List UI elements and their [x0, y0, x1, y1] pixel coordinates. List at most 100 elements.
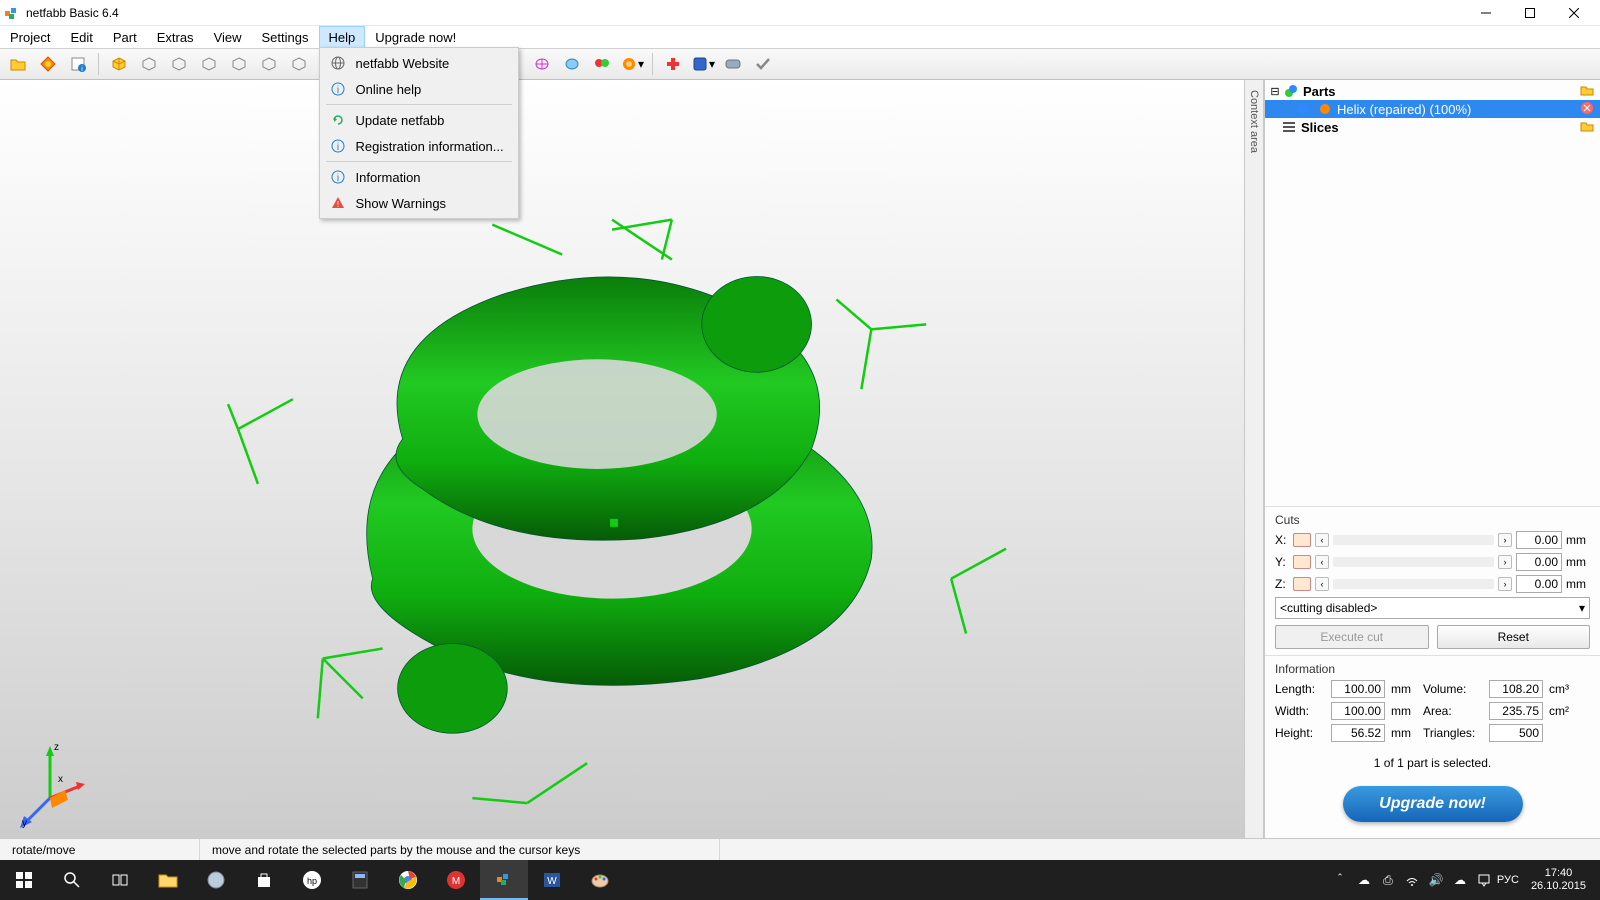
apply-icon[interactable] [749, 51, 777, 77]
tray-chevron-icon[interactable]: ＾ [1331, 871, 1349, 889]
cut-x-value[interactable] [1516, 531, 1562, 549]
view-top-icon[interactable] [135, 51, 163, 77]
cut-swatch-z[interactable] [1293, 577, 1311, 591]
tree-item-helix[interactable]: Helix (repaired) (100%) [1265, 100, 1600, 118]
chrome-icon[interactable] [384, 860, 432, 900]
menu-part[interactable]: Part [103, 26, 147, 48]
cut-z-less[interactable]: ‹ [1315, 577, 1329, 591]
information-panel: Information Length:mm Volume:cm³ Width:m… [1265, 655, 1600, 748]
help-warnings[interactable]: !Show Warnings [322, 190, 516, 216]
folder-icon[interactable] [1580, 84, 1596, 99]
tray-onedrive-icon[interactable]: ☁ [1451, 871, 1469, 889]
color-icon[interactable] [588, 51, 616, 77]
menu-view[interactable]: View [204, 26, 252, 48]
app-icon[interactable] [192, 860, 240, 900]
view-front-icon[interactable] [195, 51, 223, 77]
menu-edit[interactable]: Edit [60, 26, 102, 48]
tray-language[interactable]: РУС [1499, 871, 1517, 889]
cut-y-value[interactable] [1516, 553, 1562, 571]
view-back-icon[interactable] [225, 51, 253, 77]
help-update[interactable]: Update netfabb [322, 107, 516, 133]
word-icon[interactable]: W [528, 860, 576, 900]
tray-volume-icon[interactable]: 🔊 [1427, 871, 1445, 889]
tree-slices[interactable]: Slices [1265, 118, 1600, 136]
cut-x-more[interactable]: › [1498, 533, 1512, 547]
task-view-icon[interactable] [96, 860, 144, 900]
search-icon[interactable] [48, 860, 96, 900]
triangles-value[interactable] [1489, 724, 1543, 742]
reset-cut-button[interactable]: Reset [1437, 625, 1591, 649]
calculator-icon[interactable] [336, 860, 384, 900]
view-left-icon[interactable] [255, 51, 283, 77]
taskbar-clock[interactable]: 17:40 26.10.2015 [1523, 867, 1594, 893]
view-right-icon[interactable] [285, 51, 313, 77]
cut-mode-select[interactable]: <cutting disabled>▾ [1275, 597, 1590, 619]
cut-z-slider[interactable] [1333, 579, 1494, 589]
menu-bar: Project Edit Part Extras View Settings H… [0, 26, 1600, 48]
tray-wifi-icon[interactable] [1403, 871, 1421, 889]
cut-y-less[interactable]: ‹ [1315, 555, 1329, 569]
height-value[interactable] [1331, 724, 1385, 742]
start-button[interactable] [0, 860, 48, 900]
paint-icon[interactable] [576, 860, 624, 900]
area-label: Area: [1423, 704, 1483, 718]
wireframe-icon[interactable] [528, 51, 556, 77]
tree-parts-root[interactable]: ⊟ Parts [1265, 82, 1600, 100]
cut-x-less[interactable]: ‹ [1315, 533, 1329, 547]
svg-text:i: i [336, 85, 338, 96]
cut-y-slider[interactable] [1333, 557, 1494, 567]
analyze-icon[interactable]: ▾ [689, 51, 717, 77]
view-iso-icon[interactable] [105, 51, 133, 77]
help-information[interactable]: iInformation [322, 164, 516, 190]
menu-help[interactable]: Help netfabb Website iOnline help Update… [319, 26, 366, 48]
cut-y-more[interactable]: › [1498, 555, 1512, 569]
upgrade-now-button[interactable]: Upgrade now! [1343, 786, 1523, 822]
menu-extras[interactable]: Extras [147, 26, 204, 48]
transparency-icon[interactable] [558, 51, 586, 77]
label-icon[interactable] [719, 51, 747, 77]
3d-viewport[interactable]: z x y [0, 80, 1244, 838]
help-registration[interactable]: iRegistration information... [322, 133, 516, 159]
minimize-button[interactable] [1464, 1, 1508, 25]
store-icon[interactable] [240, 860, 288, 900]
view-bottom-icon[interactable] [165, 51, 193, 77]
area-value[interactable] [1489, 702, 1543, 720]
help-website[interactable]: netfabb Website [322, 50, 516, 76]
menu-settings[interactable]: Settings [252, 26, 319, 48]
open-icon[interactable] [4, 51, 32, 77]
netfabb-task-icon[interactable] [480, 860, 528, 900]
context-area-tab[interactable]: Context area [1244, 80, 1264, 838]
platform-icon[interactable] [34, 51, 62, 77]
hp-icon[interactable]: hp [288, 860, 336, 900]
cut-z-value[interactable] [1516, 575, 1562, 593]
cut-x-slider[interactable] [1333, 535, 1494, 545]
volume-value[interactable] [1489, 680, 1543, 698]
remove-icon[interactable] [1580, 101, 1596, 118]
maximize-button[interactable] [1508, 1, 1552, 25]
length-value[interactable] [1331, 680, 1385, 698]
tray-notifications-icon[interactable] [1475, 871, 1493, 889]
volume-label: Volume: [1423, 682, 1483, 696]
cut-swatch-x[interactable] [1293, 533, 1311, 547]
menu-project[interactable]: Project [0, 26, 60, 48]
close-button[interactable] [1552, 1, 1596, 25]
tray-printer-icon[interactable]: ⎙ [1379, 871, 1397, 889]
tray-cloud-icon[interactable]: ☁ [1355, 871, 1373, 889]
repair-icon[interactable] [659, 51, 687, 77]
width-value[interactable] [1331, 702, 1385, 720]
menu-upgrade[interactable]: Upgrade now! [365, 26, 466, 48]
app2-icon[interactable]: M [432, 860, 480, 900]
help-online[interactable]: iOnline help [322, 76, 516, 102]
collapse-icon[interactable]: ⊟ [1269, 85, 1281, 98]
globe-icon [328, 54, 348, 72]
separator [326, 104, 512, 105]
texture-icon[interactable]: ▾ [618, 51, 646, 77]
parts-tree[interactable]: ⊟ Parts Helix (repaired) (100%) Slices [1265, 80, 1600, 506]
cut-z-more[interactable]: › [1498, 577, 1512, 591]
cut-swatch-y[interactable] [1293, 555, 1311, 569]
explorer-icon[interactable] [144, 860, 192, 900]
execute-cut-button[interactable]: Execute cut [1275, 625, 1429, 649]
project-info-icon[interactable]: i [64, 51, 92, 77]
cut-row-x: X: ‹ › mm [1275, 531, 1590, 549]
folder-icon[interactable] [1580, 120, 1596, 135]
